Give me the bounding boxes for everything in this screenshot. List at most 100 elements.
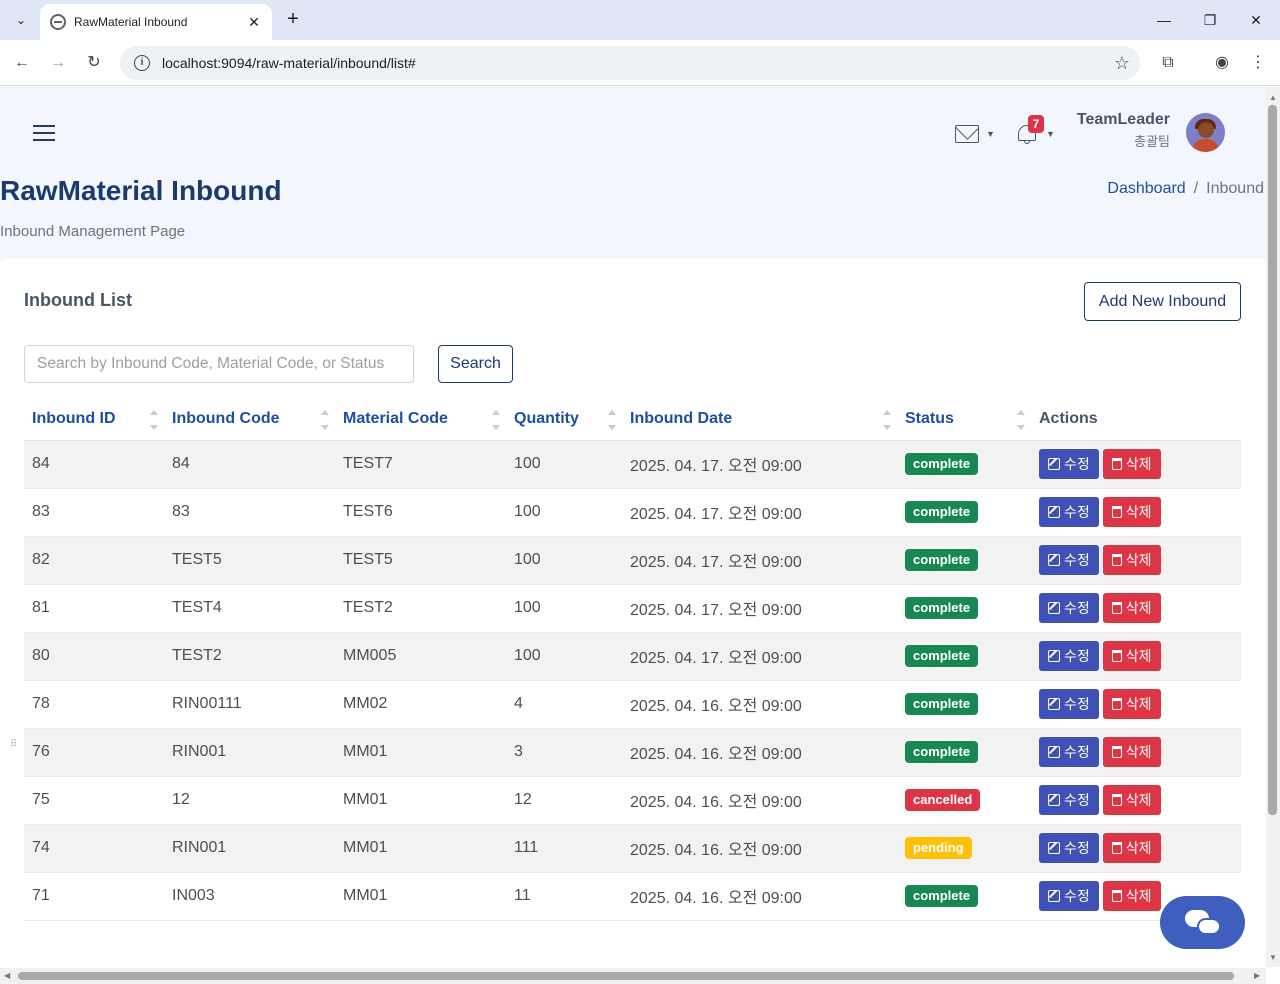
edit-button[interactable]: 수정 <box>1039 545 1099 575</box>
search-button[interactable]: Search <box>438 345 513 383</box>
vertical-scroll-thumb[interactable] <box>1268 105 1277 815</box>
delete-button[interactable]: 삭제 <box>1102 689 1161 719</box>
close-tab-icon[interactable]: ✕ <box>246 14 262 31</box>
cell-inbound-date: 2025. 04. 16. 오전 09:00 <box>622 680 897 729</box>
scroll-left-icon[interactable]: ◀ <box>4 971 10 980</box>
breadcrumb-dashboard-link[interactable]: Dashboard <box>1107 180 1185 198</box>
sort-icon[interactable] <box>492 410 500 430</box>
menu-toggle-icon[interactable] <box>33 125 55 143</box>
edit-label: 수정 <box>1064 553 1090 569</box>
edit-button[interactable]: 수정 <box>1039 881 1099 911</box>
sort-icon[interactable] <box>608 410 616 430</box>
cell-quantity: 11 <box>506 872 622 921</box>
back-button[interactable]: ← <box>10 51 34 75</box>
browser-menu-icon[interactable]: ⋮ <box>1246 51 1270 75</box>
trash-icon <box>1111 602 1122 614</box>
chat-button[interactable] <box>1160 896 1245 949</box>
chat-bubbles-icon <box>1184 909 1221 936</box>
column-header-quantity[interactable]: Quantity <box>506 399 622 441</box>
cell-quantity: 100 <box>506 488 622 537</box>
cell-material-code: MM01 <box>335 824 506 873</box>
delete-button[interactable]: 삭제 <box>1102 833 1161 863</box>
edit-icon <box>1048 746 1060 758</box>
add-new-inbound-button[interactable]: Add New Inbound <box>1084 282 1241 321</box>
forward-button[interactable]: → <box>46 51 70 75</box>
delete-button[interactable]: 삭제 <box>1102 497 1161 527</box>
extensions-icon[interactable]: ⧉ <box>1156 51 1180 75</box>
edit-label: 수정 <box>1064 649 1090 665</box>
close-window-button[interactable]: ✕ <box>1244 8 1268 32</box>
trash-icon <box>1111 794 1122 806</box>
delete-button[interactable]: 삭제 <box>1102 449 1161 479</box>
cell-inbound-date: 2025. 04. 17. 오전 09:00 <box>622 440 897 489</box>
cell-status: pending <box>897 824 1031 873</box>
edit-button[interactable]: 수정 <box>1039 449 1099 479</box>
table-row: 84 84 TEST7 100 2025. 04. 17. 오전 09:00 comple… <box>24 440 1241 489</box>
cell-quantity: 111 <box>506 824 622 873</box>
minimize-button[interactable]: — <box>1152 8 1176 32</box>
scroll-up-icon[interactable]: ▲ <box>1269 93 1277 102</box>
drag-handle-icon[interactable]: ⠿ <box>10 739 17 750</box>
edit-button[interactable]: 수정 <box>1039 689 1099 719</box>
delete-button[interactable]: 삭제 <box>1102 545 1161 575</box>
delete-label: 삭제 <box>1125 505 1152 521</box>
cell-quantity: 3 <box>506 728 622 777</box>
search-input[interactable] <box>24 345 414 383</box>
cell-material-code: TEST6 <box>335 488 506 537</box>
edit-button[interactable]: 수정 <box>1039 593 1099 623</box>
edit-button[interactable]: 수정 <box>1039 833 1099 863</box>
table-header-row: Inbound ID Inbound Code Material Code Qu… <box>24 399 1241 441</box>
column-header-inbound-code[interactable]: Inbound Code <box>164 399 335 441</box>
horizontal-scrollbar[interactable]: ◀ ▶ <box>0 968 1266 984</box>
cell-inbound-id: 74 <box>24 824 164 873</box>
status-badge: pending <box>905 837 972 859</box>
edit-button[interactable]: 수정 <box>1039 641 1099 671</box>
horizontal-scroll-thumb[interactable] <box>18 972 1234 980</box>
edit-button[interactable]: 수정 <box>1039 497 1099 527</box>
delete-button[interactable]: 삭제 <box>1102 593 1161 623</box>
delete-label: 삭제 <box>1125 889 1152 905</box>
column-header-status[interactable]: Status <box>897 399 1031 441</box>
sort-icon[interactable] <box>321 410 329 430</box>
profile-icon[interactable]: ◉ <box>1210 51 1234 75</box>
delete-button[interactable]: 삭제 <box>1102 641 1161 671</box>
avatar[interactable] <box>1186 113 1225 152</box>
edit-button[interactable]: 수정 <box>1039 785 1099 815</box>
cell-inbound-date: 2025. 04. 16. 오전 09:00 <box>622 872 897 921</box>
column-header-inbound-date[interactable]: Inbound Date <box>622 399 897 441</box>
address-bar[interactable]: i localhost:9094/raw-material/inbound/li… <box>120 46 1140 80</box>
cell-material-code: MM01 <box>335 728 506 777</box>
cell-material-code: TEST5 <box>335 536 506 585</box>
tab-search-dropdown[interactable]: ⌄ <box>8 7 34 33</box>
cell-inbound-id: 81 <box>24 584 164 633</box>
edit-label: 수정 <box>1064 889 1090 905</box>
sort-icon[interactable] <box>150 410 158 430</box>
edit-label: 수정 <box>1064 745 1090 761</box>
scroll-down-icon[interactable]: ▼ <box>1269 953 1277 962</box>
new-tab-button[interactable]: + <box>282 8 304 30</box>
vertical-scrollbar[interactable]: ▲ ▼ <box>1266 87 1280 967</box>
cell-material-code: TEST2 <box>335 584 506 633</box>
delete-button[interactable]: 삭제 <box>1102 785 1161 815</box>
delete-button[interactable]: 삭제 <box>1102 737 1161 767</box>
mail-caret-icon[interactable]: ▼ <box>986 129 995 139</box>
edit-button[interactable]: 수정 <box>1039 737 1099 767</box>
sort-icon[interactable] <box>883 410 891 430</box>
scroll-right-icon[interactable]: ▶ <box>1254 971 1260 980</box>
breadcrumb: Dashboard / Inbound <box>1107 180 1264 198</box>
trash-icon <box>1111 746 1122 758</box>
browser-tab[interactable]: RawMaterial Inbound ✕ <box>40 4 272 40</box>
breadcrumb-separator: / <box>1193 180 1199 197</box>
delete-button[interactable]: 삭제 <box>1102 881 1161 911</box>
bookmark-star-icon[interactable]: ☆ <box>1114 53 1130 74</box>
sort-icon[interactable] <box>1017 410 1025 430</box>
mail-icon[interactable] <box>955 125 979 143</box>
restore-button[interactable]: ❐ <box>1198 8 1222 32</box>
url-text[interactable]: localhost:9094/raw-material/inbound/list… <box>162 55 1114 71</box>
column-header-inbound-id[interactable]: Inbound ID <box>24 399 164 441</box>
column-header-material-code[interactable]: Material Code <box>335 399 506 441</box>
site-info-icon[interactable]: i <box>134 55 150 71</box>
user-name[interactable]: TeamLeader <box>1040 111 1170 129</box>
trash-icon <box>1111 506 1122 518</box>
reload-button[interactable]: ↻ <box>82 51 106 75</box>
